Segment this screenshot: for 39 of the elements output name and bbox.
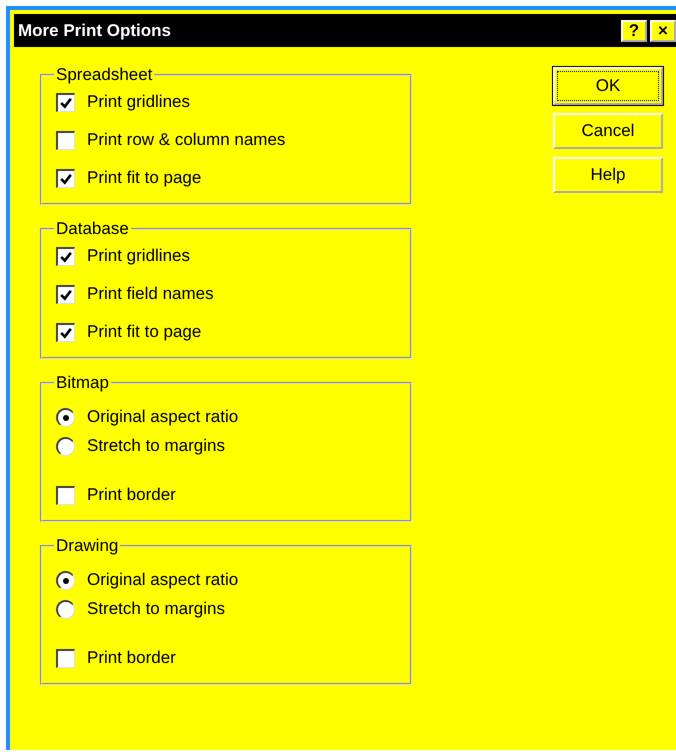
check-icon [60, 288, 72, 300]
checkbox[interactable] [56, 648, 75, 668]
title-bar-button[interactable]: ? [621, 20, 647, 42]
option-label: Print row & column names [87, 130, 286, 150]
option-label: Print gridlines [87, 246, 190, 266]
group-title: Database [55, 219, 130, 239]
group-title: Drawing [55, 536, 120, 556]
checkbox[interactable] [56, 284, 75, 304]
check-icon [60, 250, 72, 262]
option-label: Print fit to page [87, 322, 202, 342]
radio-button[interactable] [56, 408, 75, 426]
checkbox[interactable] [56, 168, 75, 188]
option-label: Print gridlines [87, 92, 190, 112]
option-label: Stretch to margins [87, 599, 225, 619]
radio-button[interactable] [56, 436, 75, 456]
checkbox[interactable] [56, 92, 75, 112]
option-label: Print field names [87, 284, 214, 304]
option-label: Stretch to margins [87, 436, 225, 456]
title-bar-button[interactable]: × [650, 20, 676, 42]
checkbox[interactable] [56, 322, 75, 342]
option-label: Print fit to page [87, 168, 202, 188]
window-title: More Print Options [18, 20, 171, 40]
checkbox[interactable] [56, 486, 75, 504]
checkbox[interactable] [56, 130, 75, 150]
dialog-button[interactable]: Cancel [553, 113, 663, 149]
check-icon [60, 326, 72, 338]
group-title: Bitmap [55, 373, 110, 393]
option-label: Print border [87, 485, 176, 505]
dialog-button[interactable]: OK [553, 67, 663, 105]
option-label: Original aspect ratio [87, 407, 238, 427]
radio-button[interactable] [56, 570, 75, 590]
option-label: Print border [87, 648, 176, 668]
check-icon [60, 96, 72, 108]
checkbox[interactable] [56, 246, 75, 266]
dialog-button[interactable]: Help [553, 157, 663, 193]
group-title: Spreadsheet [55, 65, 154, 85]
check-icon [60, 172, 72, 184]
option-label: Original aspect ratio [87, 570, 238, 590]
radio-button[interactable] [56, 600, 75, 618]
